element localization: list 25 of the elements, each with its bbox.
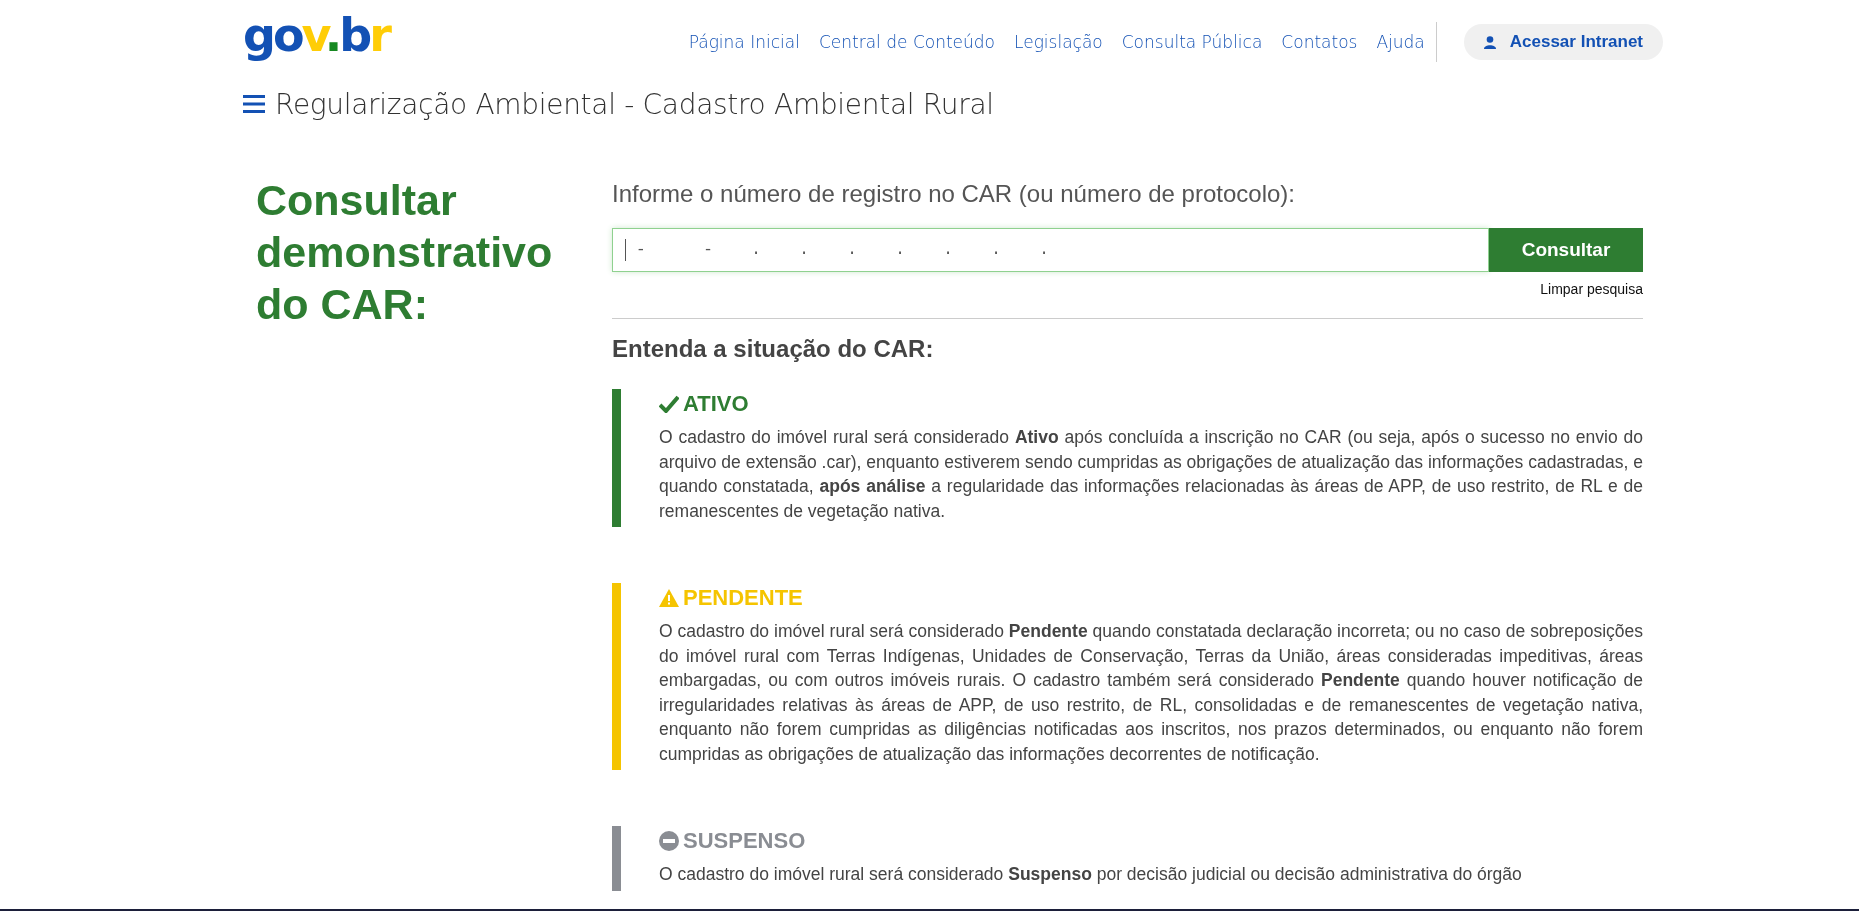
warning-icon: [659, 589, 679, 607]
nav-link[interactable]: Legislação: [1014, 32, 1103, 52]
person-icon: [1483, 35, 1496, 49]
search-button[interactable]: Consultar: [1489, 228, 1643, 272]
menu-icon[interactable]: [243, 94, 265, 114]
nav-link[interactable]: Central de Conteúdo: [818, 32, 995, 52]
nav-link[interactable]: Consulta Pública: [1121, 32, 1263, 52]
status-description: O cadastro do imóvel rural será considerado Ativo após concluída a inscrição no CAR (ou seja, após o sucesso no envio do arquivo de extensão .car), enquanto estiverem sendo cumpridas as obrigações de atualização das informações cadastradas, e quando constatada, após análise a regularidade das informações relacionadas às áreas de APP, de uso restrito, de RL e de remanescentes de vegetação nativa.: [659, 426, 1643, 523]
login-button[interactable]: Acessar Intranet: [1463, 24, 1663, 60]
site-title: Regularização Ambiental - Cadastro Ambiental Rural: [275, 87, 994, 121]
status-name: ATIVO: [683, 391, 749, 417]
nav-link[interactable]: Página Inicial: [688, 32, 800, 52]
status-name: SUSPENSO: [683, 828, 806, 854]
clear-search-link[interactable]: Limpar pesquisa: [1540, 281, 1643, 297]
registry-number-field[interactable]: - - . . . . . . .: [612, 228, 1489, 272]
nav-link[interactable]: Ajuda: [1376, 32, 1425, 52]
status-name: PENDENTE: [683, 585, 803, 611]
status-description: O cadastro do imóvel rural será considerado Suspenso por decisão judicial ou decisão administrativa do órgão: [659, 863, 1523, 886]
check-icon: [659, 395, 679, 413]
search-label: Informe o número de registro no CAR (ou número de protocolo):: [612, 180, 1296, 208]
minus-circle-icon: [659, 831, 679, 851]
nav-link[interactable]: Contatos: [1281, 32, 1358, 52]
page-heading: Consultar demonstrativo do CAR:: [256, 175, 554, 330]
section-title: Entenda a situação do CAR:: [612, 335, 935, 363]
status-description: O cadastro do imóvel rural será considerado Pendente quando constatada declaração incorreta; ou no caso de sobreposições do imóvel rural com Terras Indígenas, Unidades de Conservação, Terras da União, áreas consideradas impeditivas, áreas embargadas, ou com outros imóveis rurais. O cadastro também será considerado Pendente quando houver notificação de irregularidades relativas às áreas de APP, de uso restrito, de RL, consolidadas e de remanescentes de vegetação nativa, enquanto não forem cumpridas as diligências notificadas aos inscritos, nos prazos determinados, ou enquanto não forem cumpridas as obrigações de atualização das informações decorrentes de notificação.: [659, 620, 1643, 766]
